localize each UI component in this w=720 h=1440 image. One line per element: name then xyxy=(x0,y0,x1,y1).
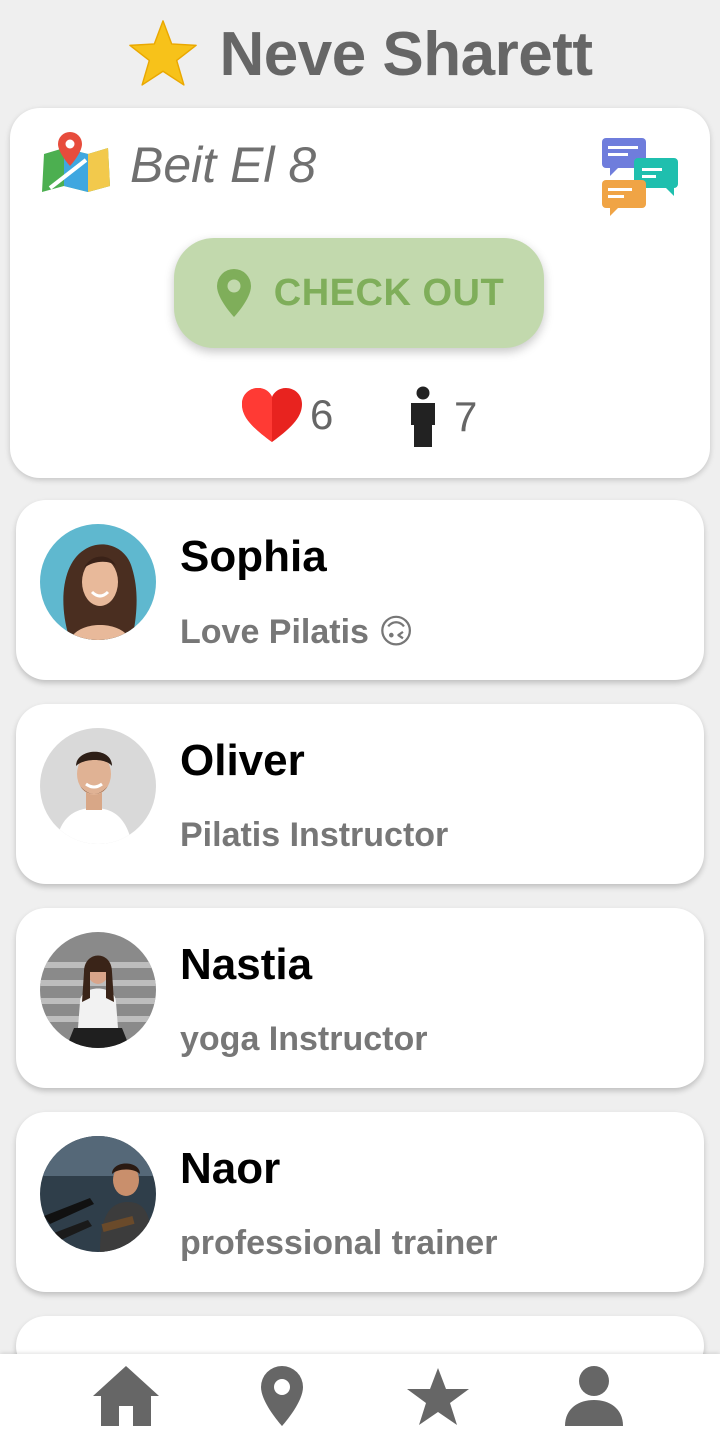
person-card-sophia[interactable]: Sophia Love Pilatis 🙃 xyxy=(16,500,704,680)
person-name: Naor xyxy=(180,1144,281,1193)
chat-bubbles-icon[interactable] xyxy=(600,136,682,220)
person-card-oliver[interactable]: Oliver Pilatis Instructor xyxy=(16,704,704,884)
home-icon xyxy=(93,1366,159,1426)
bottom-navigation xyxy=(0,1354,720,1440)
person-icon xyxy=(411,386,435,447)
people-stat: 7 xyxy=(408,386,477,448)
location-card: Beit El 8 CHECK OUT 6 7 xyxy=(10,108,710,478)
nav-home[interactable] xyxy=(91,1364,161,1428)
people-count: 7 xyxy=(454,393,478,440)
star-icon xyxy=(129,20,198,86)
avatar xyxy=(40,932,156,1048)
check-out-label: CHECK OUT xyxy=(273,271,505,314)
map-pin-icon xyxy=(42,132,110,192)
nav-profile[interactable] xyxy=(559,1364,629,1428)
profile-icon xyxy=(565,1366,623,1426)
check-out-button[interactable]: CHECK OUT xyxy=(174,238,544,348)
avatar xyxy=(40,524,156,640)
avatar xyxy=(40,728,156,844)
location-address: Beit El 8 xyxy=(130,137,317,193)
person-name: Sophia xyxy=(180,532,327,581)
app-screen: Neve Sharett Beit El 8 CHECK OUT 6 7 Sop… xyxy=(0,0,720,1440)
person-bio: Pilatis Instructor xyxy=(180,816,449,854)
likes-count: 6 xyxy=(310,391,334,438)
heart-icon xyxy=(242,388,302,442)
location-pin-icon xyxy=(261,1366,303,1426)
nav-favorites[interactable] xyxy=(403,1364,473,1428)
star-icon xyxy=(407,1368,469,1425)
location-pin-icon xyxy=(216,269,251,317)
person-bio: yoga Instructor xyxy=(180,1020,428,1058)
location-stats: 6 7 xyxy=(10,386,710,450)
person-card-nastia[interactable]: Nastia yoga Instructor xyxy=(16,908,704,1088)
person-bio: professional trainer xyxy=(180,1224,498,1262)
person-name: Nastia xyxy=(180,940,313,989)
nav-location[interactable] xyxy=(247,1364,317,1428)
likes-stat: 6 xyxy=(240,386,333,444)
person-bio: Love Pilatis 🙃 xyxy=(180,613,414,651)
page-header: Neve Sharett xyxy=(0,0,720,108)
person-name: Oliver xyxy=(180,736,305,785)
page-title: Neve Sharett xyxy=(219,19,593,89)
avatar xyxy=(40,1136,156,1252)
person-card-naor[interactable]: Naor professional trainer xyxy=(16,1112,704,1292)
